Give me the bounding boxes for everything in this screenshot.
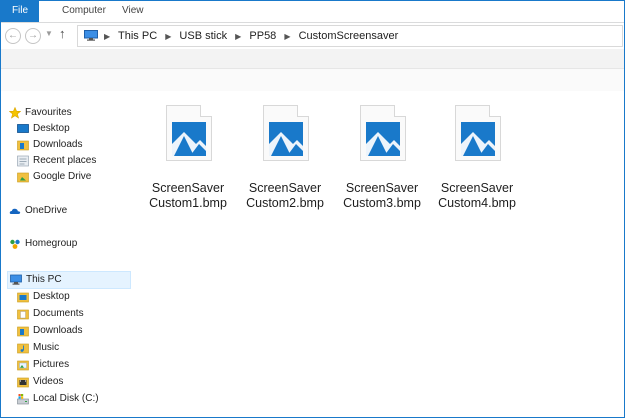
file-name: ScreenSaver Custom2.bmp <box>246 181 324 210</box>
up-arrow-icon[interactable]: ↑ <box>59 26 66 41</box>
google-drive-folder-icon <box>17 172 29 183</box>
breadcrumb: ▶ This PC ▶ USB stick ▶ PP58 ▶ CustomScr… <box>102 26 398 46</box>
breadcrumb-separator-icon[interactable]: ▶ <box>235 32 241 41</box>
explorer-window: File Computer View ← → ▼ ↑ ▶ This PC ▶ U… <box>0 0 625 418</box>
sidebar-item-label: Recent places <box>33 155 97 166</box>
sidebar-item-label: Videos <box>33 376 64 387</box>
sidebar-item-label: Desktop <box>33 123 70 134</box>
tab-view[interactable]: View <box>113 1 153 22</box>
toolbar-strip <box>1 49 624 69</box>
recent-places-icon <box>17 155 29 167</box>
navigation-row: ← → ▼ ↑ ▶ This PC ▶ USB stick ▶ PP58 ▶ C… <box>1 23 624 49</box>
sidebar-item-label: Documents <box>33 308 84 319</box>
this-pc-icon <box>10 274 22 285</box>
breadcrumb-customscreensaver[interactable]: CustomScreensaver <box>299 30 399 42</box>
sidebar-item-label: Desktop <box>33 291 70 302</box>
forward-arrow-icon[interactable]: → <box>25 28 41 44</box>
file-name: ScreenSaver Custom3.bmp <box>343 181 421 210</box>
sidebar-item-label: OneDrive <box>25 205 68 216</box>
file-item[interactable]: ScreenSaver Custom2.bmp <box>237 91 333 221</box>
ribbon-tabs: File Computer View <box>1 1 624 23</box>
desktop-folder-icon <box>17 292 29 303</box>
file-name: ScreenSaver Custom4.bmp <box>438 181 516 210</box>
file-item[interactable]: ScreenSaver Custom4.bmp <box>429 91 525 221</box>
breadcrumb-pp58[interactable]: PP58 <box>249 30 276 42</box>
desktop-icon <box>17 124 29 133</box>
recent-locations-chevron-icon[interactable]: ▼ <box>45 29 53 38</box>
onedrive-cloud-icon <box>9 208 21 214</box>
sidebar-item-label: Favourites <box>25 107 72 118</box>
bitmap-file-icon <box>166 105 212 161</box>
breadcrumb-separator-icon[interactable]: ▶ <box>165 32 171 41</box>
bitmap-file-icon <box>360 105 406 161</box>
sidebar-item-label: Downloads <box>33 139 83 150</box>
breadcrumb-separator-icon[interactable]: ▶ <box>104 32 110 41</box>
music-folder-icon <box>17 343 29 354</box>
file-list-area[interactable]: ScreenSaver Custom1.bmp ScreenSaver Cust… <box>133 91 624 417</box>
sidebar-item-label: Google Drive <box>33 171 92 182</box>
sidebar-item-label: Local Disk (C:) <box>33 393 99 404</box>
back-arrow-icon[interactable]: ← <box>5 28 21 44</box>
tab-computer[interactable]: Computer <box>53 1 115 22</box>
documents-folder-icon <box>17 309 29 320</box>
sidebar-item-label: This PC <box>26 274 62 285</box>
this-pc-icon <box>84 30 98 41</box>
column-header-area <box>1 69 624 91</box>
breadcrumb-this-pc[interactable]: This PC <box>118 30 157 42</box>
address-bar[interactable]: ▶ This PC ▶ USB stick ▶ PP58 ▶ CustomScr… <box>77 25 623 47</box>
sidebar-item-label: Downloads <box>33 325 83 336</box>
file-name: ScreenSaver Custom1.bmp <box>149 181 227 210</box>
homegroup-icon <box>10 239 20 249</box>
sidebar-item-this-pc[interactable]: This PC <box>7 271 131 289</box>
tab-file[interactable]: File <box>1 1 39 22</box>
sidebar-item-label: Music <box>33 342 60 353</box>
downloads-folder-icon <box>17 140 29 151</box>
videos-folder-icon <box>17 377 29 388</box>
file-item[interactable]: ScreenSaver Custom3.bmp <box>334 91 430 221</box>
local-disk-icon <box>17 394 29 405</box>
star-icon <box>9 107 21 119</box>
file-item[interactable]: ScreenSaver Custom1.bmp <box>140 91 236 221</box>
bitmap-file-icon <box>455 105 501 161</box>
breadcrumb-usb-stick[interactable]: USB stick <box>179 30 227 42</box>
navigation-pane: Favourites Desktop Downloads Recent plac… <box>1 91 133 417</box>
bitmap-file-icon <box>263 105 309 161</box>
sidebar-item-label: Homegroup <box>25 238 78 249</box>
sidebar-item-label: Pictures <box>33 359 70 370</box>
pictures-folder-icon <box>17 360 29 371</box>
downloads-folder-icon <box>17 326 29 337</box>
breadcrumb-separator-icon[interactable]: ▶ <box>284 32 290 41</box>
